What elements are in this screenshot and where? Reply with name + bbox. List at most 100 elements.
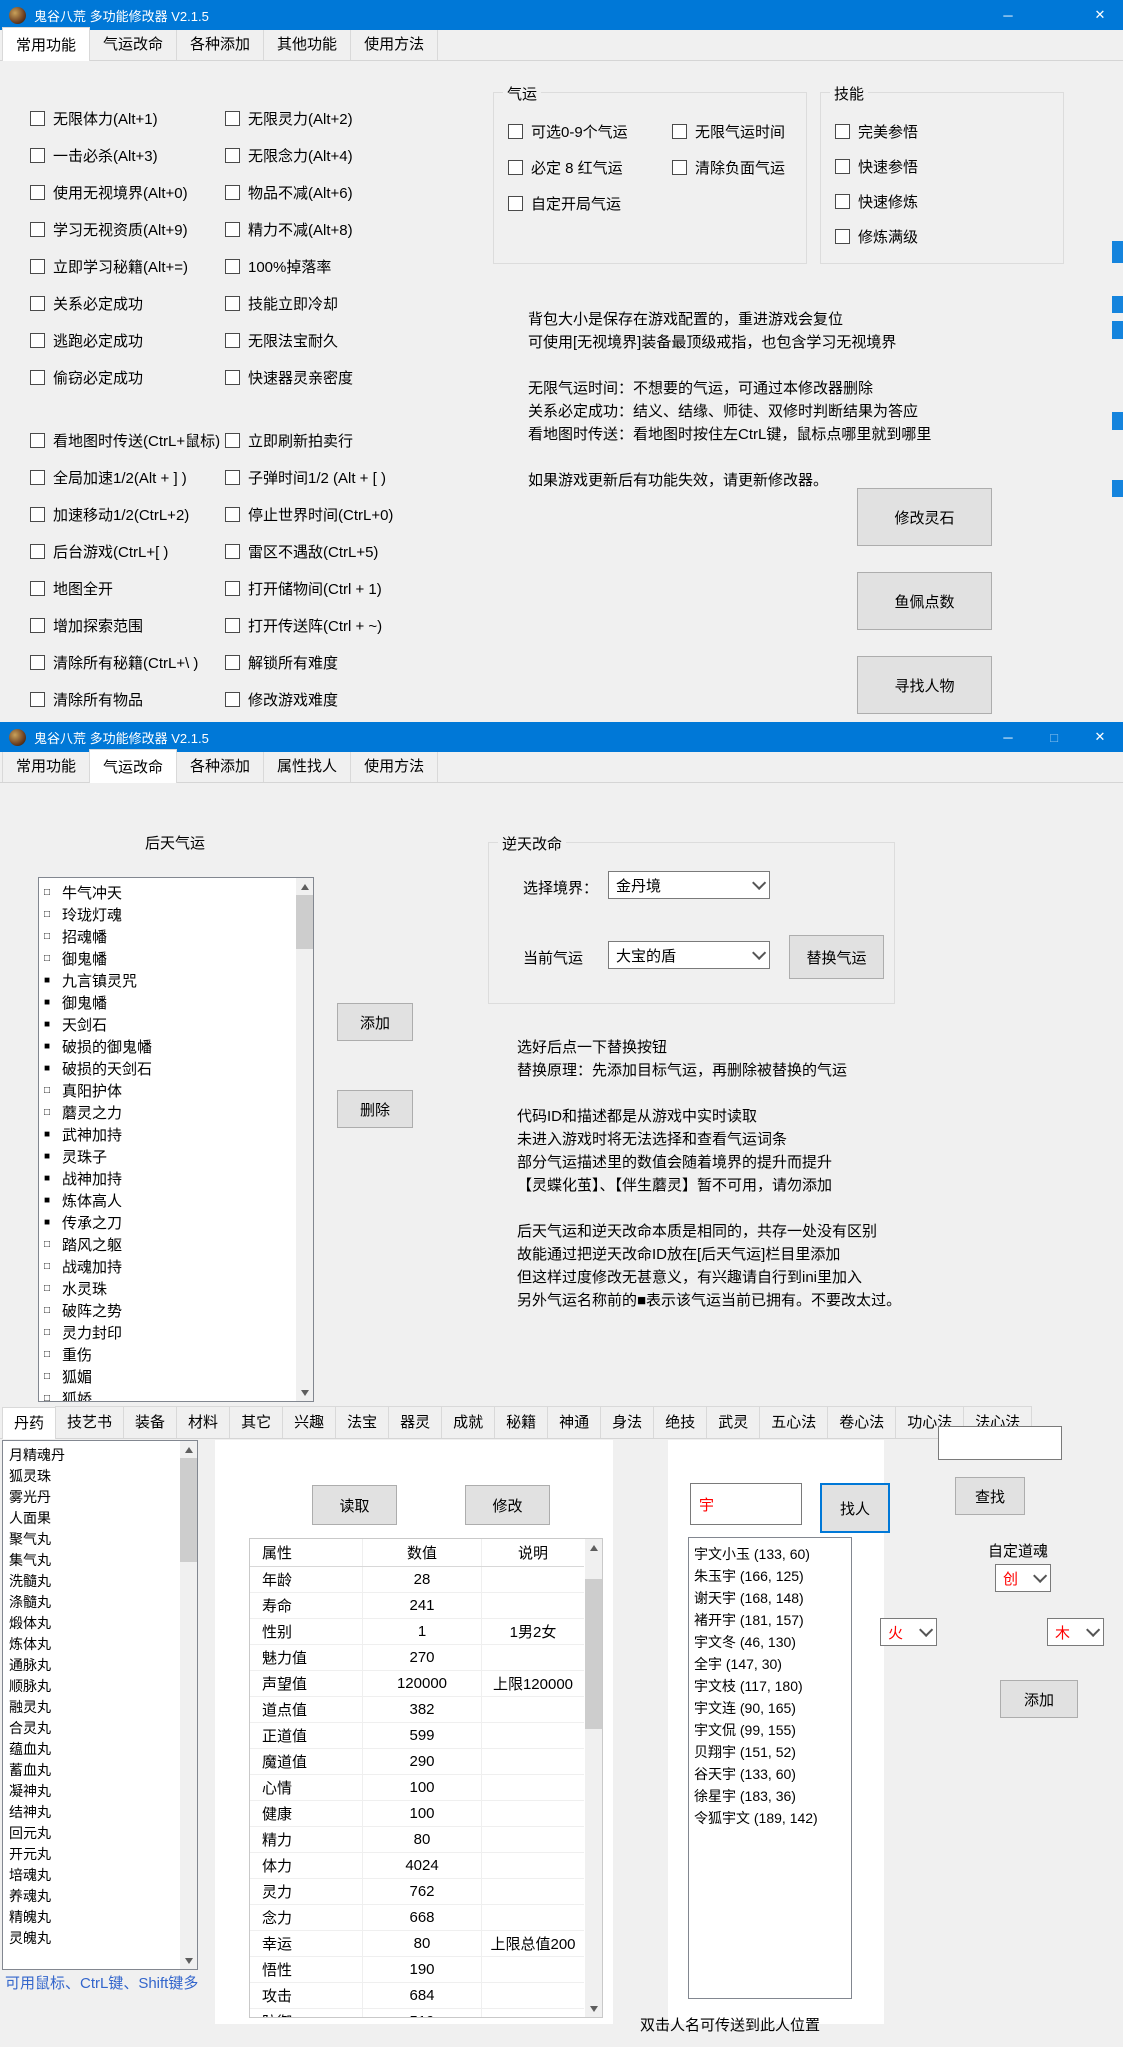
- checkbox[interactable]: [30, 370, 45, 385]
- checkbox[interactable]: [672, 124, 687, 139]
- table-row[interactable]: 精力 80: [250, 1827, 584, 1853]
- checkbox[interactable]: [225, 296, 240, 311]
- fortune-list-item[interactable]: ■战神加持: [44, 1167, 313, 1189]
- checkbox[interactable]: [225, 333, 240, 348]
- fortune-list-item[interactable]: □重伤: [44, 1343, 313, 1365]
- item-list-entry[interactable]: 精魄丸: [9, 1906, 197, 1927]
- checkbox-option[interactable]: 无限体力(Alt+1): [30, 100, 188, 137]
- fortune-list-item[interactable]: □踏风之躯: [44, 1233, 313, 1255]
- checkbox-option[interactable]: 无限气运时间: [672, 119, 814, 143]
- category-tab[interactable]: 兴趣: [282, 1406, 336, 1438]
- tab[interactable]: 其他功能: [263, 28, 351, 60]
- checkbox-option[interactable]: 子弹时间1/2 (Alt + [ ): [225, 459, 393, 496]
- item-list-entry[interactable]: 合灵丸: [9, 1717, 197, 1738]
- fortune-list-item[interactable]: □玲珑灯魂: [44, 903, 313, 925]
- checkbox-option[interactable]: 无限法宝耐久: [225, 322, 353, 359]
- titlebar[interactable]: 鬼谷八荒 多功能修改器 V2.1.5 ─ ✕: [0, 0, 1123, 30]
- table-row[interactable]: 心情 100: [250, 1775, 584, 1801]
- checkbox[interactable]: [835, 229, 850, 244]
- tab[interactable]: 气运改命: [89, 28, 177, 60]
- table-row[interactable]: 体力 4024: [250, 1853, 584, 1879]
- tab[interactable]: 气运改命: [89, 749, 177, 783]
- checkbox-option[interactable]: 后台游戏(CtrL+[ ): [30, 533, 220, 570]
- checkbox[interactable]: [225, 618, 240, 633]
- category-tab[interactable]: 技艺书: [55, 1406, 124, 1438]
- checkbox[interactable]: [30, 544, 45, 559]
- checkbox-option[interactable]: 地图全开: [30, 570, 220, 607]
- item-list-entry[interactable]: 回元丸: [9, 1822, 197, 1843]
- table-row[interactable]: 幸运 80 上限总值200: [250, 1931, 584, 1957]
- checkbox-option[interactable]: 一击必杀(Alt+3): [30, 137, 188, 174]
- checkbox-option[interactable]: 无限念力(Alt+4): [225, 137, 353, 174]
- category-tab[interactable]: 武灵: [706, 1406, 760, 1438]
- checkbox-option[interactable]: 修炼满级: [835, 224, 918, 248]
- element-select-1[interactable]: 火: [880, 1618, 937, 1646]
- fortune-list-item[interactable]: □水灵珠: [44, 1277, 313, 1299]
- fortune-listbox[interactable]: □牛气冲天 □玲珑灯魂 □招魂幡 □御鬼幡 ■九言镇灵咒 ■御鬼幡 ■天剑石 ■…: [38, 877, 314, 1402]
- checkbox[interactable]: [225, 655, 240, 670]
- item-listbox[interactable]: 月精魂丹狐灵珠雾光丹人面果聚气丸集气丸洗髓丸涤髓丸煅体丸炼体丸通脉丸顺脉丸融灵丸…: [2, 1440, 198, 1970]
- realm-select[interactable]: 金丹境: [608, 871, 770, 899]
- checkbox[interactable]: [225, 370, 240, 385]
- checkbox[interactable]: [225, 433, 240, 448]
- table-row[interactable]: 防御 519: [250, 2009, 584, 2018]
- table-row[interactable]: 年龄 28: [250, 1567, 584, 1593]
- category-tab[interactable]: 五心法: [759, 1406, 828, 1438]
- fortune-list-item[interactable]: ■炼体高人: [44, 1189, 313, 1211]
- add-fortune-button[interactable]: 添加: [337, 1003, 413, 1041]
- item-list-entry[interactable]: 顺脉丸: [9, 1675, 197, 1696]
- close-icon[interactable]: ✕: [1077, 0, 1123, 30]
- search-button[interactable]: 查找: [955, 1477, 1025, 1515]
- category-tab[interactable]: 神通: [547, 1406, 601, 1438]
- table-row[interactable]: 道点值 382: [250, 1697, 584, 1723]
- scrollbar[interactable]: [585, 1539, 602, 2017]
- tab[interactable]: 使用方法: [350, 750, 438, 782]
- replace-fortune-button[interactable]: 替换气运: [789, 935, 884, 979]
- fortune-list-item[interactable]: □战魂加持: [44, 1255, 313, 1277]
- category-tab[interactable]: 秘籍: [494, 1406, 548, 1438]
- checkbox[interactable]: [225, 222, 240, 237]
- item-list-entry[interactable]: 灵魄丸: [9, 1927, 197, 1948]
- checkbox-option[interactable]: 偷窃必定成功: [30, 359, 188, 396]
- checkbox-option[interactable]: 全局加速1/2(Alt + ] ): [30, 459, 220, 496]
- fortune-list-item[interactable]: □御鬼幡: [44, 947, 313, 969]
- fortune-list-item[interactable]: ■传承之刀: [44, 1211, 313, 1233]
- checkbox[interactable]: [225, 148, 240, 163]
- checkbox[interactable]: [225, 259, 240, 274]
- checkbox-option[interactable]: 清除负面气运: [672, 155, 814, 179]
- scroll-down-icon[interactable]: [296, 1384, 313, 1401]
- scrollbar[interactable]: [180, 1441, 197, 1969]
- checkbox-option[interactable]: 解锁所有难度: [225, 644, 393, 681]
- fortune-list-item[interactable]: □蘑灵之力: [44, 1101, 313, 1123]
- checkbox[interactable]: [225, 470, 240, 485]
- checkbox-option[interactable]: 增加探索范围: [30, 607, 220, 644]
- table-row[interactable]: 正道值 599: [250, 1723, 584, 1749]
- search-result-item[interactable]: 宇文连 (90, 165): [694, 1697, 851, 1719]
- add-soul-button[interactable]: 添加: [1000, 1680, 1078, 1718]
- checkbox-option[interactable]: 逃跑必定成功: [30, 322, 188, 359]
- category-tab[interactable]: 成就: [441, 1406, 495, 1438]
- item-list-entry[interactable]: 人面果: [9, 1507, 197, 1528]
- scroll-thumb[interactable]: [180, 1458, 197, 1562]
- table-row[interactable]: 灵力 762: [250, 1879, 584, 1905]
- item-list-entry[interactable]: 月精魂丹: [9, 1444, 197, 1465]
- read-button[interactable]: 读取: [312, 1485, 397, 1525]
- checkbox[interactable]: [225, 507, 240, 522]
- item-search-input[interactable]: [938, 1426, 1062, 1460]
- fortune-list-item[interactable]: □破阵之势: [44, 1299, 313, 1321]
- checkbox-option[interactable]: 雷区不遇敌(CtrL+5): [225, 533, 393, 570]
- checkbox[interactable]: [30, 655, 45, 670]
- category-tab[interactable]: 绝技: [653, 1406, 707, 1438]
- search-result-item[interactable]: 朱玉宇 (166, 125): [694, 1565, 851, 1587]
- checkbox-option[interactable]: 100%掉落率: [225, 248, 353, 285]
- checkbox-option[interactable]: 立即学习秘籍(Alt+=): [30, 248, 188, 285]
- checkbox-option[interactable]: 停止世界时间(CtrL+0): [225, 496, 393, 533]
- scroll-up-icon[interactable]: [296, 878, 313, 895]
- scroll-down-icon[interactable]: [180, 1952, 197, 1969]
- table-row[interactable]: 悟性 190: [250, 1957, 584, 1983]
- fortune-list-item[interactable]: □狐娇: [44, 1387, 313, 1402]
- tab[interactable]: 使用方法: [350, 28, 438, 60]
- fortune-list-item[interactable]: □灵力封印: [44, 1321, 313, 1343]
- titlebar[interactable]: 鬼谷八荒 多功能修改器 V2.1.5 ─ □ ✕: [0, 722, 1123, 752]
- category-tab[interactable]: 其它: [229, 1406, 283, 1438]
